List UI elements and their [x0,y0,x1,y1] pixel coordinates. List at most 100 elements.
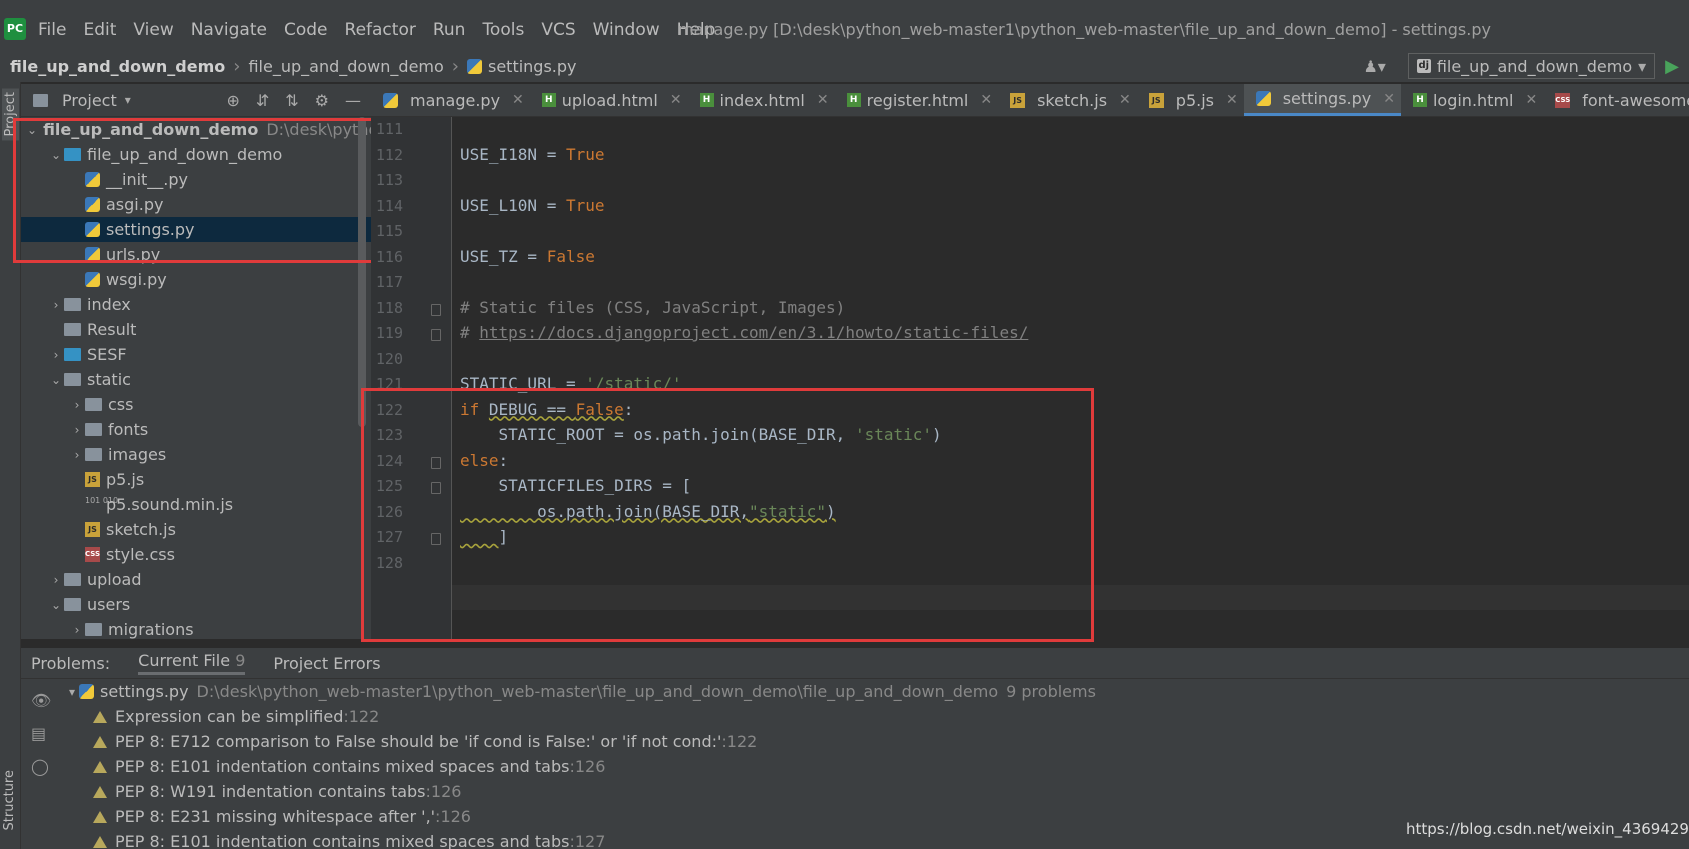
tree-item[interactable]: › migrations [21,617,371,639]
line-number: 120 [375,349,403,368]
chevron-down-icon: ▾ [124,93,131,107]
chevron-right-icon[interactable]: › [48,298,64,312]
hide-icon[interactable]: — [345,91,361,110]
breadcrumb-package[interactable]: file_up_and_down_demo [248,57,443,76]
problem-item[interactable]: PEP 8: E231 missing whitespace after ','… [69,804,1096,829]
editor-tab[interactable]: Hregister.html ✕ [835,84,999,116]
editor-tab[interactable]: Hlogin.html ✕ [1401,84,1543,116]
tree-item[interactable]: › images [21,442,371,467]
chevron-right-icon[interactable]: › [69,398,85,412]
close-icon[interactable]: ✕ [670,92,682,108]
tab-current-file[interactable]: Current File 9 [138,651,246,675]
tree-item[interactable]: › fonts [21,417,371,442]
problem-item[interactable]: PEP 8: E101 indentation contains mixed s… [69,754,1096,779]
breadcrumb-project[interactable]: file_up_and_down_demo [10,57,225,76]
tree-item[interactable]: › upload [21,567,371,592]
chevron-down-icon[interactable]: ⌄ [48,598,64,612]
menu-item-edit[interactable]: Edit [83,20,116,40]
expand-all-icon[interactable]: ⇵ [256,91,269,110]
menu-item-window[interactable]: Window [593,20,660,40]
problem-item[interactable]: PEP 8: E101 indentation contains mixed s… [69,829,1096,849]
editor-tab[interactable]: Hupload.html ✕ [530,84,688,116]
close-icon[interactable]: ✕ [817,92,829,108]
editor-tab[interactable]: settings.py ✕ [1243,84,1401,116]
tree-item[interactable]: wsgi.py [21,267,371,292]
tree-item[interactable]: ⌄ static [21,367,371,392]
editor-tab[interactable]: Hindex.html ✕ [688,84,835,116]
problems-toolbar: Problems: Current File 9 Project Errors [21,648,1689,679]
structure-tool-window-button[interactable]: Structure [2,770,17,830]
project-view-select[interactable]: Project ▾ [33,91,131,110]
menu-item-code[interactable]: Code [284,20,328,40]
chevron-right-icon[interactable]: › [69,448,85,462]
folder-icon [85,398,102,411]
tree-item-label: users [87,595,131,614]
tree-item[interactable]: › SESF [21,342,371,367]
breadcrumb-separator-icon: › [451,56,459,77]
filter-icon[interactable]: ▤ [31,724,51,743]
menu-item-file[interactable]: File [38,20,66,40]
close-icon[interactable]: ✕ [1525,92,1537,108]
lightbulb-icon[interactable]: ◯ [31,757,51,776]
menu-item-run[interactable]: Run [433,20,466,40]
close-icon[interactable]: ✕ [980,92,992,108]
problems-file-row[interactable]: ▾ settings.py D:\desk\python_web-master1… [69,679,1096,704]
eye-icon[interactable]: 👁 [31,691,51,710]
code-line: USE_TZ = False [460,246,595,266]
chevron-right-icon[interactable]: › [48,348,64,362]
tree-item[interactable]: Result [21,317,371,342]
collapse-all-icon[interactable]: ⇅ [285,91,298,110]
problem-item[interactable]: PEP 8: W191 indentation contains tabs:12… [69,779,1096,804]
python-file-icon [383,92,398,108]
tab-current-file-label: Current File [138,651,231,670]
javascript-file-icon: JS [85,472,100,487]
tree-item[interactable]: JS sketch.js [21,517,371,542]
tree-item[interactable]: ⌄ users [21,592,371,617]
window-title: manage.py [D:\desk\python_web-master1\py… [678,20,1491,39]
editor-tab[interactable]: JS p5.js ✕ [1137,84,1244,116]
tree-item-label: sketch.js [106,520,176,539]
tree-item-label: wsgi.py [106,270,167,289]
close-icon[interactable]: ✕ [1119,92,1131,108]
tree-item[interactable]: 101 010 p5.sound.min.js [21,492,371,517]
user-icon[interactable]: ♟▾ [1363,57,1385,76]
menu-item-vcs[interactable]: VCS [541,20,575,40]
close-icon[interactable]: ✕ [512,92,524,108]
tree-item[interactable]: CSS style.css [21,542,371,567]
run-configuration-select[interactable]: dj file_up_and_down_demo ▾ [1407,53,1656,79]
fold-marker-icon[interactable] [431,303,441,316]
code-line: # https://docs.djangoproject.com/en/3.1/… [460,323,1029,342]
editor-tab-label: font-awesome.min.css [1582,90,1689,110]
chevron-down-icon[interactable]: ⌄ [48,373,64,387]
chevron-right-icon[interactable]: › [48,573,64,587]
gear-icon[interactable]: ⚙ [315,91,329,110]
line-number: 115 [375,222,403,240]
editor-tab[interactable]: CSSfont-awesome.min.css✕ [1543,84,1689,116]
chevron-right-icon[interactable]: › [69,623,85,637]
editor-tab[interactable]: manage.py ✕ [371,84,530,116]
breadcrumb-file[interactable]: settings.py [488,57,577,76]
folder-icon [64,298,81,311]
close-icon[interactable]: ✕ [1383,91,1395,107]
editor-tab[interactable]: JS sketch.js ✕ [998,84,1137,116]
editor-tab-label: p5.js [1175,90,1214,110]
menu-item-view[interactable]: View [133,20,173,40]
watermark: https://blog.csdn.net/weixin_43694297 [1406,820,1689,838]
locate-icon[interactable]: ⊕ [226,91,239,110]
menu-item-navigate[interactable]: Navigate [191,20,267,40]
close-icon[interactable]: ✕ [1226,92,1238,108]
warning-icon [93,785,107,798]
tree-item[interactable]: JS p5.js [21,467,371,492]
menu-item-refactor[interactable]: Refactor [345,20,416,40]
tree-item[interactable]: › css [21,392,371,417]
line-number: 116 [375,247,403,266]
tree-item[interactable]: › index [21,292,371,317]
fold-marker-icon[interactable] [431,329,441,341]
chevron-right-icon[interactable]: › [69,423,85,437]
problem-item[interactable]: PEP 8: E712 comparison to False should b… [69,729,1096,754]
run-button[interactable]: ▶ [1665,56,1679,77]
menu-item-tools[interactable]: Tools [482,20,524,40]
problem-item[interactable]: Expression can be simplified:122 [69,704,1096,729]
tab-project-errors[interactable]: Project Errors [273,654,380,673]
python-file-icon [466,59,482,74]
